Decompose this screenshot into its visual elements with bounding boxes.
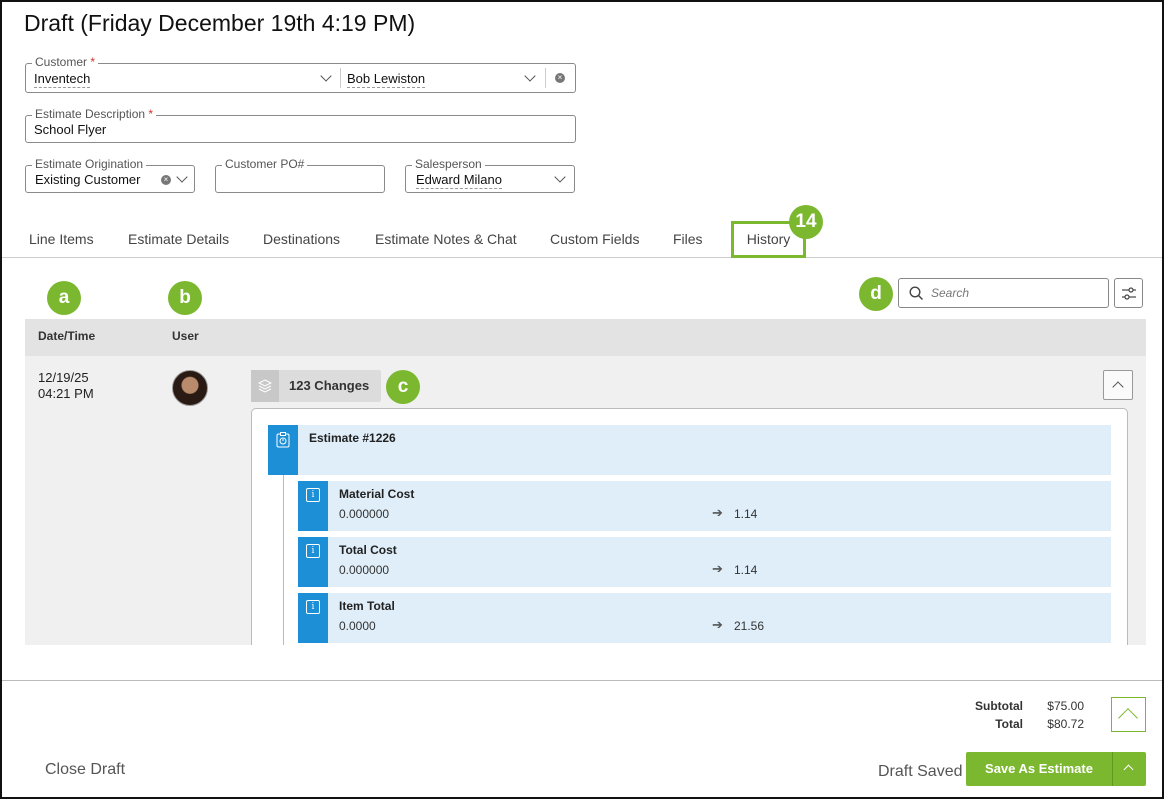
salesperson-label: Salesperson	[412, 157, 485, 171]
history-table-header: Date/Time User	[25, 319, 1146, 356]
avatar	[172, 370, 208, 406]
origination-value: Existing Customer	[35, 172, 141, 187]
callout-badge-14: 14	[789, 205, 823, 239]
footer-divider	[2, 680, 1162, 681]
search-input[interactable]: Search	[898, 278, 1109, 308]
filter-icon	[1122, 287, 1136, 300]
total-value: $80.72	[1047, 717, 1084, 731]
column-user: User	[172, 329, 199, 343]
description-field[interactable]: Estimate Description * School Flyer	[25, 107, 576, 143]
column-datetime: Date/Time	[38, 329, 96, 343]
change-old-value: 0.000000	[339, 563, 390, 577]
callout-badge-a: a	[47, 281, 81, 315]
estimate-group-title: Estimate #1226	[309, 431, 396, 445]
origination-label: Estimate Origination	[32, 157, 147, 171]
change-field: Total Cost	[339, 543, 397, 557]
tab-estimate-notes-chat[interactable]: Estimate Notes & Chat	[375, 231, 517, 247]
history-time: 04:21 PM	[38, 386, 94, 401]
tab-files[interactable]: Files	[673, 231, 703, 247]
tab-line-items[interactable]: Line Items	[29, 231, 94, 247]
draft-saved-status: Draft Saved	[878, 763, 963, 780]
description-value: School Flyer	[34, 122, 107, 137]
collapse-button[interactable]	[1103, 370, 1133, 400]
info-icon: i	[298, 481, 328, 531]
customer-select[interactable]: Inventech	[34, 71, 91, 88]
tab-custom-fields[interactable]: Custom Fields	[550, 231, 639, 247]
divider	[1112, 752, 1113, 786]
filter-button[interactable]	[1114, 278, 1143, 308]
chevron-up-icon	[1112, 381, 1124, 393]
divider	[340, 68, 341, 88]
change-old-value: 0.0000	[339, 619, 376, 633]
subtotal-value: $75.00	[1047, 699, 1084, 713]
change-entry: i Item Total 0.0000 ➔ 21.56	[298, 593, 1111, 643]
search-placeholder: Search	[931, 286, 970, 300]
tab-destinations[interactable]: Destinations	[263, 231, 340, 247]
changes-toggle[interactable]: 123 Changes	[251, 370, 381, 402]
total-label: Total	[995, 717, 1023, 731]
customer-po-label: Customer PO#	[222, 157, 308, 171]
chevron-down-icon[interactable]	[320, 70, 332, 82]
callout-badge-b: b	[168, 281, 202, 315]
chevron-up-icon[interactable]	[1123, 764, 1134, 775]
chevron-down-icon[interactable]	[554, 171, 566, 183]
arrow-right-icon: ➔	[712, 561, 723, 576]
changes-count: 123 Changes	[289, 378, 370, 393]
estimate-icon	[268, 425, 298, 475]
customer-field: Customer * Inventech Bob Lewiston ×	[25, 55, 576, 93]
estimate-group: Estimate #1226	[268, 425, 1111, 475]
change-entry: i Material Cost 0.000000 ➔ 1.14	[298, 481, 1111, 531]
tab-bar: Line Items Estimate Details Destinations…	[2, 221, 1162, 258]
history-datetime: 12/19/25 04:21 PM	[38, 370, 94, 402]
info-icon: i	[298, 593, 328, 643]
scroll-top-button[interactable]	[1111, 697, 1146, 732]
change-field: Item Total	[339, 599, 395, 613]
callout-badge-c: c	[386, 370, 420, 404]
tree-connector	[283, 475, 284, 645]
arrow-right-icon: ➔	[712, 617, 723, 632]
change-new-value: 1.14	[734, 563, 758, 577]
change-old-value: 0.000000	[339, 507, 390, 521]
salesperson-value: Edward Milano	[416, 172, 502, 189]
search-icon	[909, 286, 924, 301]
callout-badge-d: d	[859, 277, 893, 311]
close-draft-link[interactable]: Close Draft	[45, 761, 125, 779]
change-new-value: 21.56	[734, 619, 765, 633]
chevron-down-icon[interactable]	[176, 171, 188, 183]
chevron-up-icon	[1118, 708, 1138, 728]
changes-panel: Estimate #1226 i Material Cost 0.000000 …	[251, 408, 1128, 645]
divider	[545, 68, 546, 88]
info-icon: i	[298, 537, 328, 587]
arrow-right-icon: ➔	[712, 505, 723, 520]
clear-icon[interactable]: ×	[555, 73, 565, 83]
history-date: 12/19/25	[38, 370, 89, 385]
salesperson-select[interactable]: Salesperson Edward Milano	[405, 157, 575, 193]
change-field: Material Cost	[339, 487, 415, 501]
tab-estimate-details[interactable]: Estimate Details	[128, 231, 229, 247]
change-entry: i Total Cost 0.000000 ➔ 1.14	[298, 537, 1111, 587]
layers-icon	[251, 370, 279, 402]
save-as-estimate-label: Save As Estimate	[985, 761, 1093, 776]
save-as-estimate-button[interactable]: Save As Estimate	[966, 752, 1146, 786]
subtotal-label: Subtotal	[975, 699, 1023, 713]
page-title: Draft (Friday December 19th 4:19 PM)	[24, 10, 416, 36]
change-new-value: 1.14	[734, 507, 758, 521]
app-window: Draft (Friday December 19th 4:19 PM) Cus…	[0, 0, 1164, 799]
history-row: 12/19/25 04:21 PM 123 Changes c Estimate…	[25, 356, 1146, 645]
origination-select[interactable]: Estimate Origination Existing Customer ×	[25, 157, 195, 193]
chevron-down-icon[interactable]	[524, 70, 536, 82]
customer-label: Customer *	[32, 55, 99, 69]
clear-icon[interactable]: ×	[161, 175, 171, 185]
contact-select[interactable]: Bob Lewiston	[347, 71, 426, 88]
description-label: Estimate Description *	[32, 107, 157, 121]
customer-po-field[interactable]: Customer PO#	[215, 157, 385, 193]
